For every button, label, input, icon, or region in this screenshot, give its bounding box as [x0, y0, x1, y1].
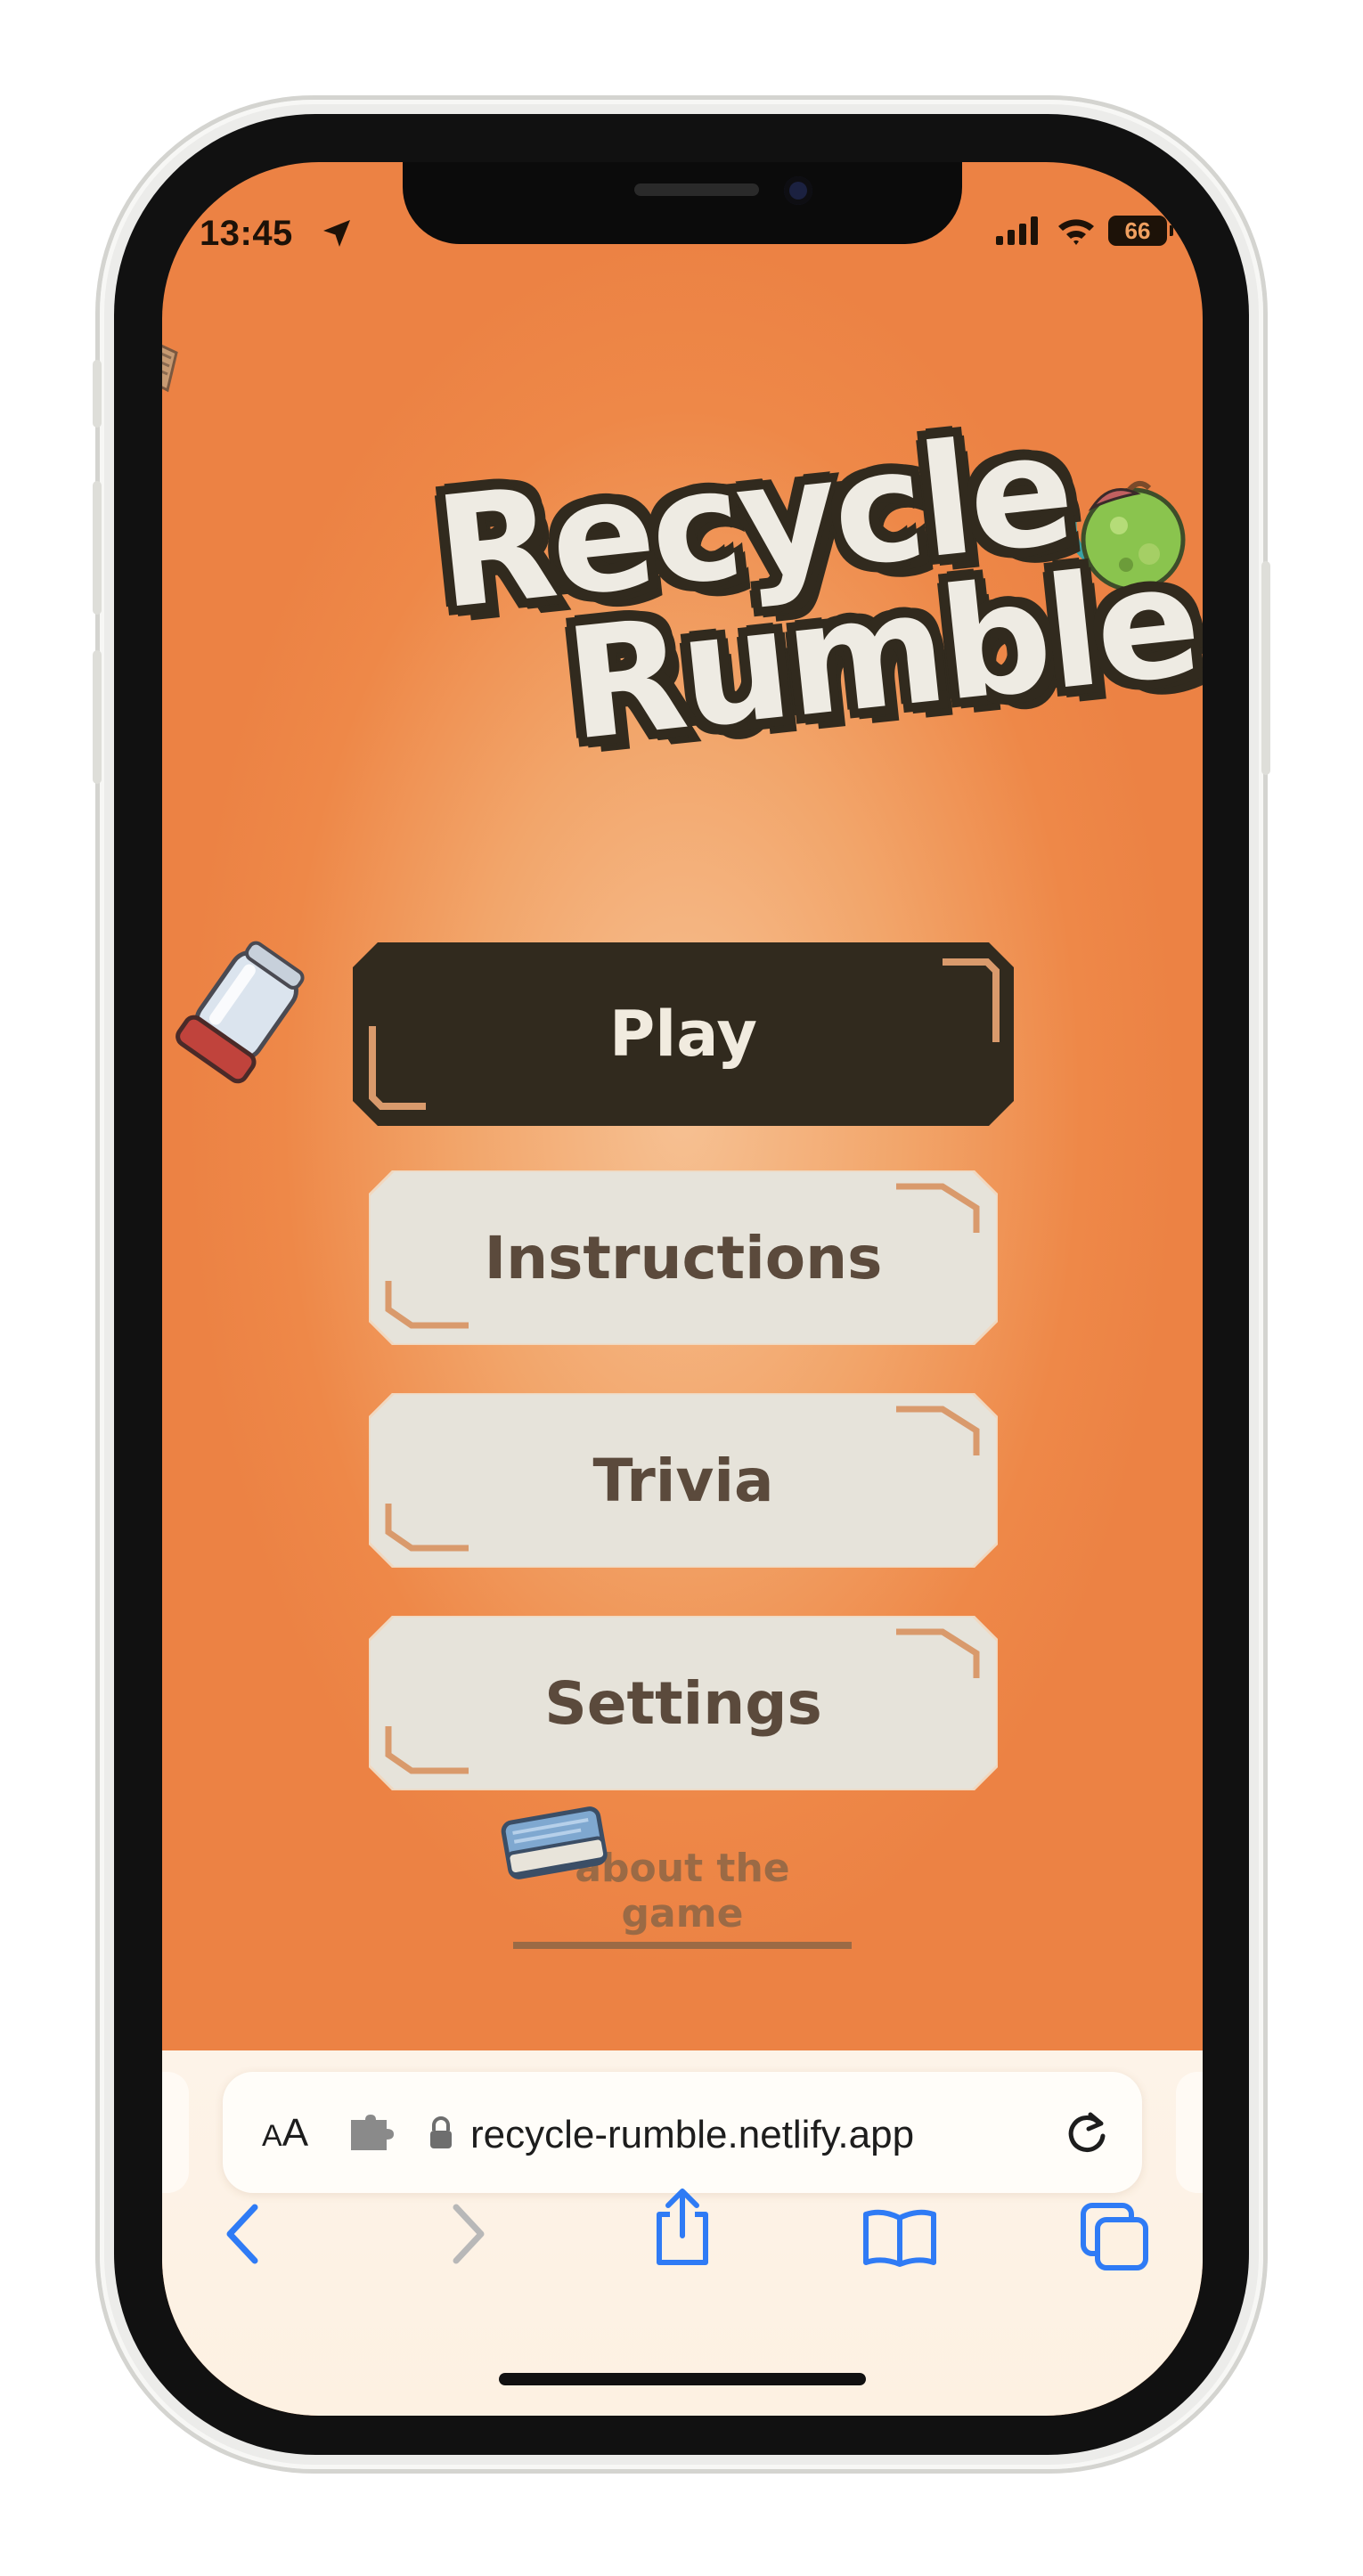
power-button [1261, 561, 1270, 775]
location-arrow-icon [323, 220, 350, 247]
mute-switch [93, 360, 102, 428]
game-logo: Recycle Rumble [427, 399, 1203, 864]
settings-button[interactable]: Settings [369, 1616, 998, 1790]
status-icons: 66 [996, 216, 1173, 246]
volume-up-button [93, 481, 102, 615]
lock-icon [430, 2116, 452, 2148]
url-text: recycle-rumble.netlify.app [470, 2113, 915, 2156]
forward-icon[interactable] [445, 2202, 488, 2266]
newspaper-icon [162, 344, 178, 393]
instructions-button[interactable]: Instructions [369, 1170, 998, 1345]
instructions-button-label: Instructions [484, 1223, 883, 1292]
next-tab-preview[interactable] [1176, 2072, 1203, 2193]
share-icon[interactable] [650, 2186, 714, 2268]
address-bar[interactable]: AA recycle-rumble.netlify.app [223, 2072, 1142, 2193]
trivia-button[interactable]: Trivia [369, 1393, 998, 1568]
glass-jar-icon [175, 941, 305, 1084]
trivia-button-label: Trivia [592, 1446, 774, 1515]
front-camera [784, 176, 812, 205]
volume-down-button [93, 650, 102, 784]
home-indicator [499, 2373, 866, 2385]
book-icon [501, 1806, 608, 1879]
back-icon[interactable] [223, 2202, 265, 2266]
play-button[interactable]: Play [353, 942, 1014, 1126]
play-button-label: Play [608, 998, 757, 1071]
wifi-icon [1058, 219, 1094, 245]
notch [403, 162, 962, 244]
tabs-icon[interactable] [1080, 2202, 1151, 2273]
reload-icon[interactable] [1064, 2109, 1110, 2156]
status-time: 13:45 [200, 214, 293, 253]
previous-tab-preview[interactable] [162, 2072, 189, 2193]
signal-icon [996, 216, 1038, 245]
extension-puzzle-icon[interactable] [347, 2115, 397, 2152]
battery-icon: 66 [1108, 216, 1173, 246]
text-size-small-a: A [262, 2119, 282, 2153]
battery-level: 66 [1124, 216, 1151, 244]
speaker-grille [634, 183, 759, 196]
phone-screen: 13:45 66 Recycle Rumble Play Instruction… [162, 162, 1203, 2416]
bookmarks-icon[interactable] [862, 2207, 937, 2268]
text-size-button[interactable]: AA [262, 2111, 308, 2156]
settings-button-label: Settings [544, 1668, 822, 1738]
text-size-large-a: A [282, 2111, 309, 2155]
